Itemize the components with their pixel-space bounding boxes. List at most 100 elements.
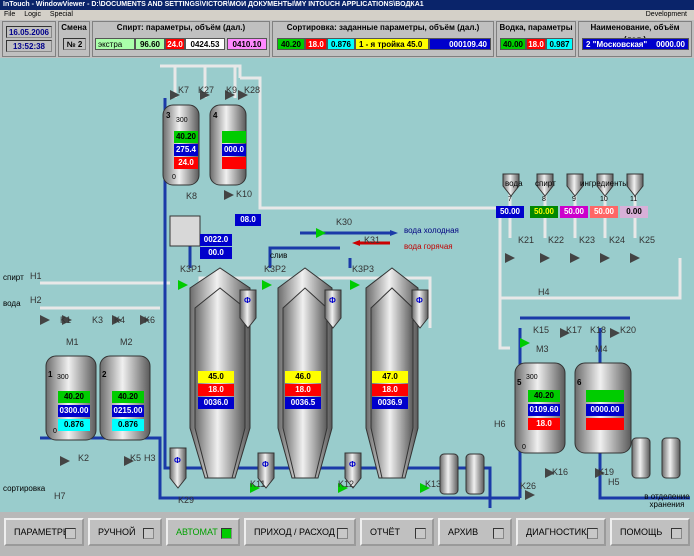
vodka-ratio: 0.987: [546, 38, 573, 50]
report-button[interactable]: ОТЧЁТ: [360, 518, 434, 546]
valve-k26[interactable]: K26: [520, 482, 536, 491]
time-display: 13:52:38: [6, 40, 52, 52]
valve-k16[interactable]: K16: [552, 468, 568, 477]
menu-file[interactable]: File: [4, 11, 15, 18]
diagnostics-button[interactable]: ДИАГНОСТИКА: [516, 518, 606, 546]
valve-k21[interactable]: K21: [518, 236, 534, 245]
params-button[interactable]: ПАРАМЕТРЫ: [4, 518, 84, 546]
valve-k12[interactable]: K12: [338, 480, 354, 489]
params-led: [65, 528, 76, 539]
valve-k24[interactable]: K24: [609, 236, 625, 245]
income-expense-button[interactable]: ПРИХОД / РАСХОД: [244, 518, 356, 546]
shift-panel: Смена № 2: [58, 21, 90, 57]
tank6-number: 6: [577, 378, 582, 387]
vodka-temp: 18.0: [526, 38, 546, 50]
valve-k9[interactable]: K9: [226, 86, 237, 95]
ing7-value: 50.00: [496, 206, 524, 218]
valve-k23[interactable]: K23: [579, 236, 595, 245]
tank3-volume: 275.4: [174, 144, 198, 156]
tank4-number: 4: [213, 111, 218, 120]
ing10-num: 10: [600, 196, 608, 203]
manual-button[interactable]: РУЧНОЙ: [88, 518, 162, 546]
date-display: 16.05.2006: [6, 26, 52, 38]
valve-k5[interactable]: K5: [130, 454, 141, 463]
valve-k3p3[interactable]: K3P3: [352, 265, 374, 274]
archive-button[interactable]: АРХИВ: [438, 518, 512, 546]
valve-k27[interactable]: K27: [198, 86, 214, 95]
valve-k17[interactable]: K17: [566, 326, 582, 335]
valve-k31[interactable]: K31: [364, 236, 380, 245]
valve-k11[interactable]: K11: [250, 480, 265, 489]
valve-h7[interactable]: H7: [54, 492, 66, 501]
valve-k3[interactable]: K3: [92, 316, 103, 325]
tank5-scale-top: 300: [526, 374, 538, 381]
hot-water-arrow: [352, 240, 360, 246]
help-button[interactable]: ПОМОЩЬ: [610, 518, 690, 546]
valve-k22[interactable]: K22: [548, 236, 564, 245]
valve-k3p2[interactable]: K3P2: [264, 265, 286, 274]
name-value-box: 2 "Московская" 0000.00: [582, 38, 689, 50]
params-button-label: ПАРАМЕТРЫ: [14, 527, 71, 537]
filter-phi-6: Ф: [349, 460, 356, 469]
menu-development[interactable]: Development: [646, 10, 687, 20]
report-led: [415, 528, 426, 539]
auto-button[interactable]: АВТОМАТ: [166, 518, 240, 546]
valve-k4[interactable]: K4: [114, 316, 125, 325]
ing7-num: 7: [508, 196, 512, 203]
filter-phi-2: Ф: [329, 296, 336, 305]
datetime-panel: 16.05.2006 13:52:38: [2, 21, 56, 57]
vodka-volume: 0000.00: [656, 40, 685, 49]
hx-out-readout: 00.0: [200, 247, 232, 259]
valve-k13[interactable]: K13: [425, 480, 441, 489]
name-panel: Наименование, объём (дал.) 2 "Московская…: [578, 21, 692, 57]
ingredients-label: ингредиенты: [580, 179, 628, 188]
motor-m2[interactable]: M2: [120, 338, 133, 347]
valve-k28[interactable]: K28: [244, 86, 260, 95]
motor-m3[interactable]: M3: [536, 345, 549, 354]
income-expense-label: ПРИХОД / РАСХОД: [254, 527, 335, 537]
diagnostics-led: [587, 528, 598, 539]
valve-h5[interactable]: H5: [608, 478, 620, 487]
tank3-strength: 40.20: [174, 131, 198, 143]
valve-h3[interactable]: H3: [144, 454, 156, 463]
archive-button-label: АРХИВ: [448, 527, 479, 537]
valve-k19[interactable]: K19: [598, 468, 614, 477]
sort-temp: 18.0: [305, 38, 327, 50]
sort-ratio: 0.876: [327, 38, 355, 50]
valve-k25[interactable]: K25: [639, 236, 655, 245]
hx-top-readout: 08.0: [235, 214, 261, 226]
tank5-strength: 40.20: [528, 390, 560, 402]
tank4-strength-empty: [222, 131, 246, 143]
valve-k6[interactable]: K6: [144, 316, 155, 325]
control-bar: ПАРАМЕТРЫ РУЧНОЙ АВТОМАТ ПРИХОД / РАСХОД…: [0, 512, 694, 556]
valve-h2[interactable]: H2: [30, 296, 42, 305]
valve-k15[interactable]: K15: [533, 326, 549, 335]
valve-k10[interactable]: K10: [236, 190, 252, 199]
valve-k1[interactable]: K1: [60, 316, 71, 325]
valve-k29[interactable]: K29: [178, 496, 194, 505]
filter2-volume: 0036.5: [285, 397, 321, 409]
valve-k8[interactable]: K8: [186, 192, 197, 201]
valve-k2[interactable]: K2: [78, 454, 89, 463]
menu-logic[interactable]: Logic: [24, 11, 41, 18]
ing8-num: 8: [542, 196, 546, 203]
motor-m1[interactable]: M1: [66, 338, 79, 347]
tank3-scale-bot: 0: [172, 174, 176, 181]
menu-special[interactable]: Special: [50, 11, 73, 18]
valve-h6[interactable]: H6: [494, 420, 506, 429]
valve-k7[interactable]: K7: [178, 86, 189, 95]
spirit-panel: Спирт: параметры, объём (дал.) экстра 96…: [92, 21, 270, 57]
diagnostics-button-label: ДИАГНОСТИКА: [526, 527, 593, 537]
tank1-strength: 40.20: [58, 391, 90, 403]
valve-k30[interactable]: K30: [336, 218, 352, 227]
valve-k20[interactable]: K20: [620, 326, 636, 335]
help-led: [671, 528, 682, 539]
hot-water-label: вода горячая: [404, 242, 453, 251]
tank6-temp-empty: [586, 418, 624, 430]
valve-k18[interactable]: K18: [590, 326, 606, 335]
valve-h4[interactable]: H4: [538, 288, 550, 297]
motor-m4[interactable]: M4: [595, 345, 608, 354]
filter2-temp: 18.0: [285, 384, 321, 396]
valve-h1[interactable]: H1: [30, 272, 42, 281]
valve-k3p1[interactable]: K3P1: [180, 265, 202, 274]
